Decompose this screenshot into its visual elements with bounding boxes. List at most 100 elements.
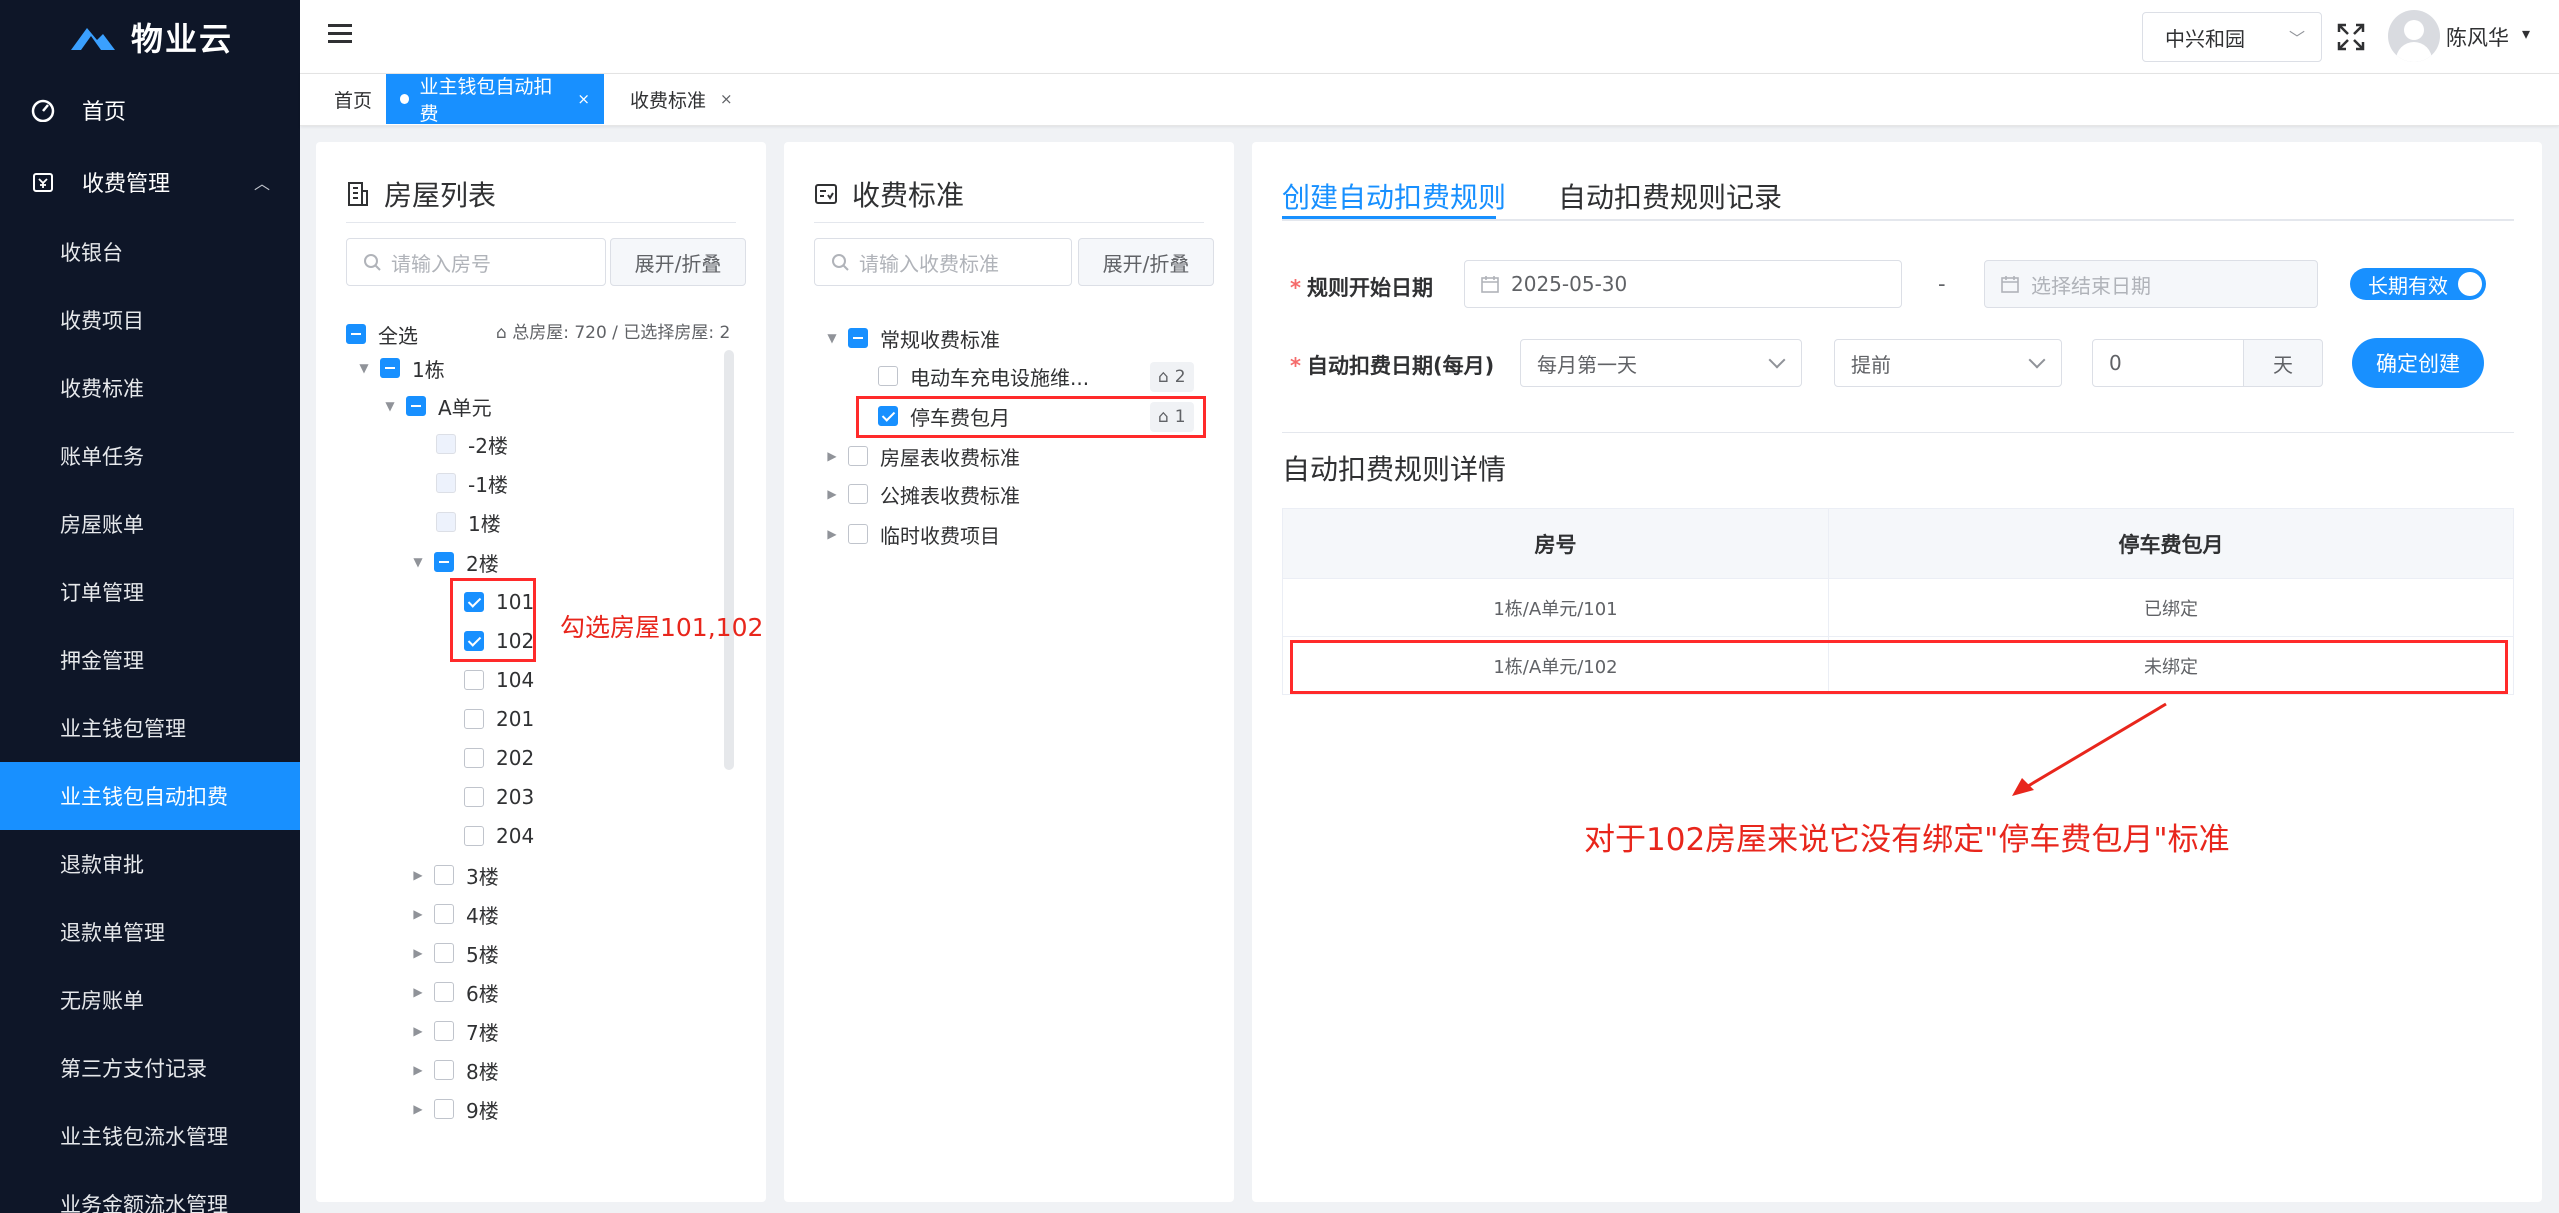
tab-charge-standard[interactable]: 收费标准 × bbox=[616, 74, 747, 124]
sidebar-item[interactable]: 收银台 bbox=[0, 218, 300, 286]
sidebar-item[interactable]: 押金管理 bbox=[0, 626, 300, 694]
tree-node[interactable]: ▶ 7楼 bbox=[410, 1013, 498, 1049]
caret-right-icon[interactable]: ▶ bbox=[410, 985, 426, 999]
sidebar-item[interactable]: 订单管理 bbox=[0, 558, 300, 626]
caret-down-icon[interactable]: ▼ bbox=[382, 399, 398, 413]
tree-node[interactable]: 204 bbox=[464, 818, 534, 854]
username[interactable]: 陈风华 bbox=[2446, 22, 2509, 52]
standard-expand-collapse-button[interactable]: 展开/折叠 bbox=[1078, 238, 1214, 286]
tree-node-ev[interactable]: 电动车充电设施维... bbox=[878, 358, 1089, 394]
tree-checkbox[interactable] bbox=[436, 512, 456, 532]
tree-checkbox[interactable] bbox=[848, 328, 868, 348]
tree-checkbox[interactable] bbox=[434, 1021, 454, 1041]
tree-checkbox[interactable] bbox=[434, 904, 454, 924]
tree-node[interactable]: ▶ 3楼 bbox=[410, 857, 498, 893]
tab-rule-records[interactable]: 自动扣费规则记录 bbox=[1558, 176, 1782, 216]
tree-node[interactable]: -1楼 bbox=[436, 465, 508, 501]
caret-down-icon[interactable]: ▼ bbox=[410, 555, 426, 569]
sidebar-item[interactable]: 房屋账单 bbox=[0, 490, 300, 558]
tree-checkbox[interactable] bbox=[464, 787, 484, 807]
room-search-input[interactable]: 请输入房号 bbox=[346, 238, 606, 286]
tree-checkbox[interactable] bbox=[434, 1099, 454, 1119]
tree-checkbox[interactable] bbox=[464, 748, 484, 768]
tree-checkbox[interactable] bbox=[848, 446, 868, 466]
tree-checkbox[interactable] bbox=[434, 552, 454, 572]
caret-down-icon[interactable]: ▼ bbox=[356, 361, 372, 375]
tab-home[interactable]: 首页 bbox=[320, 74, 386, 124]
sidebar-item[interactable]: 业主钱包管理 bbox=[0, 694, 300, 762]
avatar[interactable] bbox=[2388, 10, 2440, 62]
caret-down-icon[interactable]: ▼ bbox=[824, 331, 840, 345]
caret-right-icon[interactable]: ▶ bbox=[824, 449, 840, 463]
sidebar-item[interactable]: 账单任务 bbox=[0, 422, 300, 490]
close-icon[interactable]: × bbox=[577, 90, 590, 108]
monthly-day-select[interactable]: 每月第一天 bbox=[1520, 339, 1802, 387]
house-expand-collapse-button[interactable]: 展开/折叠 bbox=[610, 238, 746, 286]
tree-checkbox[interactable] bbox=[848, 484, 868, 504]
caret-right-icon[interactable]: ▶ bbox=[410, 1024, 426, 1038]
tree-checkbox[interactable] bbox=[464, 670, 484, 690]
tree-node[interactable]: ▶ 6楼 bbox=[410, 974, 498, 1010]
sidebar-item[interactable]: 业务金额流水管理 bbox=[0, 1170, 300, 1213]
caret-right-icon[interactable]: ▶ bbox=[410, 1063, 426, 1077]
menu-toggle-icon[interactable] bbox=[328, 24, 352, 48]
tree-node-shared[interactable]: ▶ 公摊表收费标准 bbox=[824, 476, 1020, 512]
community-select[interactable]: 中兴和园 ﹀ bbox=[2142, 12, 2322, 62]
sidebar-item[interactable]: 退款单管理 bbox=[0, 898, 300, 966]
tab-wallet-autodeduct[interactable]: 业主钱包自动扣费 × bbox=[386, 74, 604, 125]
tree-checkbox[interactable] bbox=[464, 826, 484, 846]
fullscreen-icon[interactable] bbox=[2336, 22, 2366, 52]
tree-node[interactable]: -2楼 bbox=[436, 426, 508, 462]
caret-right-icon[interactable]: ▶ bbox=[410, 946, 426, 960]
tree-scrollbar[interactable] bbox=[724, 350, 734, 770]
standard-search-input[interactable]: 请输入收费标准 bbox=[814, 238, 1072, 286]
tree-node[interactable]: ▶ 5楼 bbox=[410, 935, 498, 971]
tree-checkbox[interactable] bbox=[848, 524, 868, 544]
tree-checkbox[interactable] bbox=[406, 396, 426, 416]
tree-checkbox[interactable] bbox=[434, 982, 454, 1002]
tree-node[interactable]: 203 bbox=[464, 779, 534, 815]
tree-node[interactable]: 1楼 bbox=[436, 504, 501, 540]
menu-billing-group[interactable]: 收费管理 ︿ bbox=[0, 146, 300, 218]
tree-checkbox[interactable] bbox=[434, 943, 454, 963]
tree-node-temp[interactable]: ▶ 临时收费项目 bbox=[824, 516, 1000, 552]
start-date-input[interactable]: 2025-05-30 bbox=[1464, 260, 1902, 308]
tree-node-building[interactable]: ▼ 1栋 bbox=[356, 350, 444, 386]
end-date-input[interactable]: 选择结束日期 bbox=[1984, 260, 2318, 308]
caret-right-icon[interactable]: ▶ bbox=[824, 487, 840, 501]
caret-right-icon[interactable]: ▶ bbox=[410, 868, 426, 882]
status-cell[interactable]: 已绑定 bbox=[1828, 578, 2514, 637]
tree-node[interactable]: 201 bbox=[464, 701, 534, 737]
sidebar-item[interactable]: 无房账单 bbox=[0, 966, 300, 1034]
sidebar-item[interactable]: 业主钱包自动扣费 bbox=[0, 762, 300, 830]
caret-down-icon[interactable]: ▾ bbox=[2522, 24, 2530, 43]
tab-create-rule[interactable]: 创建自动扣费规则 bbox=[1282, 176, 1506, 216]
tree-checkbox[interactable] bbox=[434, 865, 454, 885]
tree-node-unit[interactable]: ▼ A单元 bbox=[382, 388, 491, 424]
tree-node[interactable]: 104 bbox=[464, 662, 534, 698]
long-term-toggle[interactable]: 长期有效 bbox=[2350, 268, 2486, 300]
select-all-checkbox[interactable] bbox=[346, 324, 366, 344]
tree-checkbox[interactable] bbox=[878, 366, 898, 386]
select-all-row[interactable]: 全选 bbox=[346, 316, 418, 352]
sidebar-item[interactable]: 退款审批 bbox=[0, 830, 300, 898]
tree-node-floor-2[interactable]: ▼ 2楼 bbox=[410, 544, 498, 580]
caret-right-icon[interactable]: ▶ bbox=[410, 1102, 426, 1116]
tree-node[interactable]: ▶ 8楼 bbox=[410, 1052, 498, 1088]
sidebar-item[interactable]: 业主钱包流水管理 bbox=[0, 1102, 300, 1170]
sidebar-item[interactable]: 收费标准 bbox=[0, 354, 300, 422]
tree-checkbox[interactable] bbox=[436, 473, 456, 493]
menu-home[interactable]: 首页 bbox=[0, 74, 300, 146]
caret-right-icon[interactable]: ▶ bbox=[410, 907, 426, 921]
tree-checkbox[interactable] bbox=[434, 1060, 454, 1080]
tree-node[interactable]: ▶ 9楼 bbox=[410, 1091, 498, 1127]
tree-checkbox[interactable] bbox=[380, 358, 400, 378]
sidebar-item[interactable]: 收费项目 bbox=[0, 286, 300, 354]
close-icon[interactable]: × bbox=[720, 90, 733, 108]
confirm-create-button[interactable]: 确定创建 bbox=[2352, 338, 2484, 388]
tree-node-regular[interactable]: ▼ 常规收费标准 bbox=[824, 320, 1000, 356]
tree-node[interactable]: ▶ 4楼 bbox=[410, 896, 498, 932]
tree-checkbox[interactable] bbox=[436, 434, 456, 454]
tree-node[interactable]: 202 bbox=[464, 740, 534, 776]
tree-checkbox[interactable] bbox=[464, 709, 484, 729]
